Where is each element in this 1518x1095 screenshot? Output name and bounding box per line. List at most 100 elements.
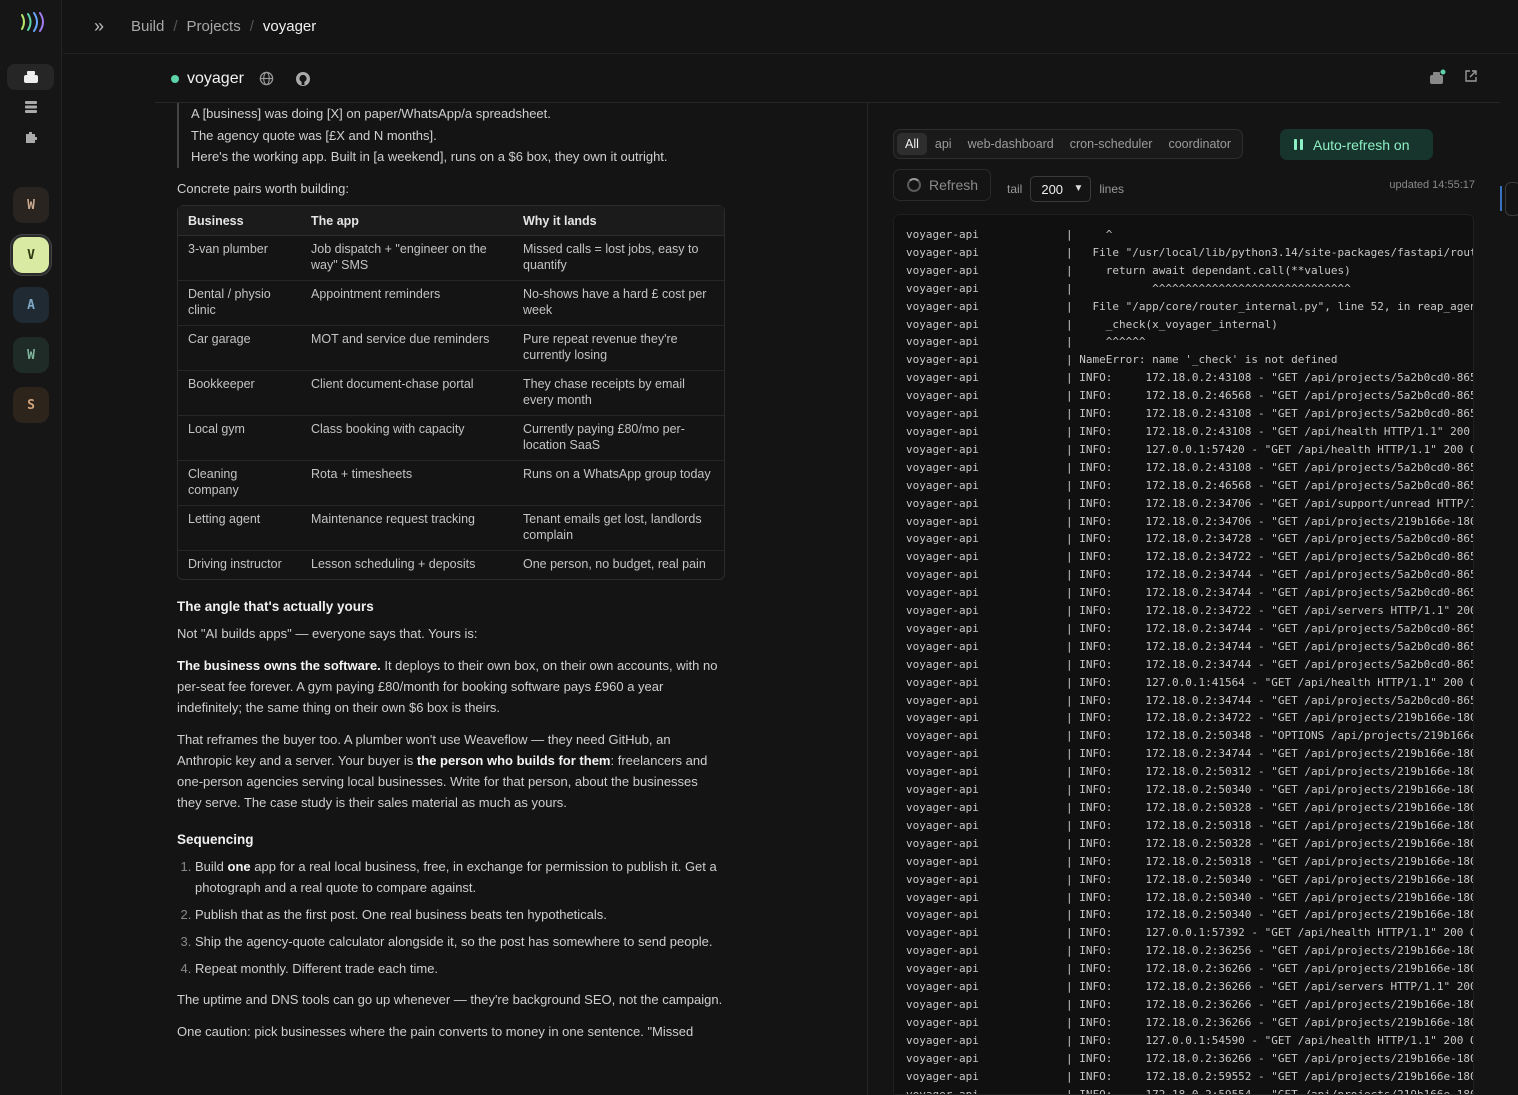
- angle-intro: Not "AI builds apps" — everyone says tha…: [177, 625, 478, 641]
- log-message: | INFO: 172.18.0.2:34728 - "GET /api/pro…: [1066, 532, 1474, 546]
- log-message: | INFO: 172.18.0.2:50328 - "GET /api/pro…: [1066, 836, 1474, 850]
- log-source: voyager-api: [906, 693, 979, 707]
- project-header: voyager: [155, 55, 1500, 103]
- log-source: voyager-api: [906, 299, 979, 313]
- nav-plugins-icon[interactable]: [7, 124, 54, 150]
- log-line: voyager-api | INFO: 172.18.0.2:34706 - "G…: [906, 513, 1473, 531]
- open-external-icon[interactable]: [1464, 69, 1478, 92]
- table-cell: Driving instructor: [188, 556, 282, 571]
- log-source: voyager-api: [906, 245, 979, 259]
- quote-line: Here's the working app. Built in [a week…: [191, 149, 668, 164]
- pairs-intro: Concrete pairs worth building:: [177, 180, 349, 196]
- notifications-icon[interactable]: [1428, 69, 1446, 92]
- project-avatar[interactable]: W: [13, 337, 49, 373]
- auto-refresh-label: Auto-refresh on: [1313, 136, 1410, 153]
- log-line: voyager-api | INFO: 172.18.0.2:50328 - "G…: [906, 835, 1474, 853]
- list-item: Repeat monthly. Different trade each tim…: [195, 958, 725, 979]
- quote-line: The agency quote was [£X and N months].: [191, 127, 437, 143]
- log-line: voyager-api | INFO: 172.18.0.2:34722 - "G…: [906, 602, 1473, 620]
- table-cell: Maintenance request tracking: [301, 506, 513, 551]
- log-message: | INFO: 172.18.0.2:36266 - "GET /api/pro…: [1066, 1015, 1474, 1029]
- log-source: voyager-api: [906, 442, 979, 456]
- log-line: voyager-api | return await dependant.call…: [906, 262, 1473, 280]
- log-message: | ^^^^^^^^^^^^^^^^^^^^^^^^^^^^^^: [1066, 281, 1351, 295]
- filter-tab-coordinator[interactable]: coordinator: [1160, 133, 1239, 155]
- blockquote: A [business] was doing [X] on paper/What…: [177, 103, 725, 168]
- project-avatar[interactable]: W: [13, 187, 49, 223]
- log-source: voyager-api: [906, 604, 979, 618]
- log-source: voyager-api: [906, 496, 979, 510]
- log-source: voyager-api: [906, 1069, 979, 1083]
- log-message: | INFO: 172.18.0.2:34706 - "GET /api/sup…: [1066, 496, 1474, 510]
- table-row: Dental / physio clinic Appointment remind…: [178, 281, 724, 326]
- filter-tab-All[interactable]: All: [897, 133, 927, 155]
- log-message: | INFO: 172.18.0.2:59554 - "GET /api/pro…: [1066, 1087, 1474, 1095]
- log-source: voyager-api: [906, 514, 979, 528]
- project-avatar[interactable]: A: [13, 287, 49, 323]
- table-row: 3-van plumber Job dispatch + "engineer on…: [178, 236, 724, 281]
- log-message: | INFO: 172.18.0.2:50312 - "GET /api/pro…: [1066, 765, 1474, 779]
- log-line: voyager-api | INFO: 172.18.0.2:50318 - "G…: [906, 853, 1474, 871]
- table-cell: Dental / physio clinic: [178, 281, 301, 326]
- log-line: voyager-api | ^^^^^^^^^^^^^^^^^^^^^^^^^^^…: [906, 280, 1473, 298]
- github-icon[interactable]: [294, 70, 312, 88]
- log-message: | File "/app/core/router_internal.py", l…: [1066, 299, 1474, 313]
- table-cell: Cleaning company: [178, 461, 301, 506]
- log-line: voyager-api | INFO: 172.18.0.2:36266 - "G…: [906, 960, 1474, 978]
- log-source: voyager-api: [906, 621, 979, 635]
- table-cell: Lesson scheduling + deposits: [311, 556, 476, 571]
- expand-sidebar-icon[interactable]: »: [94, 16, 116, 37]
- collapse-panel-handle[interactable]: [1505, 182, 1518, 216]
- log-source: voyager-api: [906, 407, 979, 421]
- nav-build-icon[interactable]: [7, 64, 54, 90]
- log-source: voyager-api: [906, 926, 979, 940]
- log-source: voyager-api: [906, 1033, 979, 1047]
- tail-value: 200: [1041, 181, 1064, 197]
- log-message: | INFO: 172.18.0.2:36266 - "GET /api/pro…: [1066, 962, 1474, 976]
- log-source: voyager-api: [906, 801, 979, 814]
- table-row: Car garage MOT and service due reminders P…: [178, 326, 724, 371]
- filter-tab-api[interactable]: api: [927, 133, 960, 155]
- left-rail: WVAWS: [0, 0, 62, 1095]
- globe-icon[interactable]: [258, 70, 276, 88]
- caution-paragraph: One caution: pick businesses where the p…: [177, 1023, 694, 1039]
- tail-select[interactable]: 200 ▼: [1030, 176, 1092, 202]
- log-message: | INFO: 172.18.0.2:50318 - "GET /api/pro…: [1066, 854, 1474, 868]
- project-avatar[interactable]: V: [13, 237, 49, 273]
- log-line: voyager-api | INFO: 127.0.0.1:57392 - "GE…: [906, 924, 1473, 942]
- nav-servers-icon[interactable]: [7, 94, 54, 120]
- auto-refresh-button[interactable]: Auto-refresh on: [1280, 129, 1433, 160]
- log-message: | INFO: 172.18.0.2:50340 - "GET /api/pro…: [1066, 908, 1474, 922]
- breadcrumb-build[interactable]: Build: [131, 18, 164, 35]
- reframe-paragraph: That reframes the buyer too. A plumber w…: [177, 729, 725, 813]
- log-line: voyager-api | INFO: 127.0.0.1:54590 - "GE…: [906, 1032, 1473, 1050]
- log-console[interactable]: voyager-api | ^ voyager-api | File "/usr/lo…: [893, 214, 1474, 1095]
- table-cell: No-shows have a hard £ cost per week: [513, 281, 724, 326]
- log-message: | _check(x_voyager_internal): [1066, 317, 1278, 331]
- log-line: voyager-api | INFO: 172.18.0.2:34744 - "G…: [906, 620, 1474, 638]
- table-cell: Job dispatch + "engineer on the way" SMS: [301, 236, 513, 281]
- filter-tab-cron-scheduler[interactable]: cron-scheduler: [1062, 133, 1161, 155]
- updated-timestamp: updated 14:55:17: [1389, 179, 1475, 191]
- log-line: voyager-api | INFO: 172.18.0.2:50348 - "O…: [906, 727, 1473, 745]
- project-name: voyager: [187, 69, 244, 87]
- breadcrumb-projects[interactable]: Projects: [187, 18, 241, 35]
- log-line: voyager-api | ^^^^^^: [906, 333, 1473, 351]
- app-logo-icon[interactable]: [19, 10, 45, 34]
- log-line: voyager-api | INFO: 172.18.0.2:36266 - "G…: [906, 1014, 1474, 1032]
- log-line: voyager-api | NameError: name '_check' is…: [906, 351, 1473, 369]
- log-line: voyager-api | INFO: 127.0.0.1:57420 - "GE…: [906, 441, 1473, 459]
- log-source: voyager-api: [906, 962, 979, 976]
- status-dot: [171, 74, 179, 83]
- log-source: voyager-api: [906, 747, 979, 761]
- log-message: | INFO: 172.18.0.2:34744 - "GET /api/pro…: [1066, 621, 1474, 635]
- filter-tab-web-dashboard[interactable]: web-dashboard: [960, 133, 1062, 155]
- log-source: voyager-api: [906, 424, 979, 438]
- log-source: voyager-api: [906, 657, 979, 671]
- log-line: voyager-api | INFO: 172.18.0.2:43108 - "G…: [906, 369, 1473, 387]
- log-message: | NameError: name '_check' is not define…: [1066, 353, 1338, 367]
- resize-indicator: [1500, 186, 1502, 211]
- log-source: voyager-api: [906, 371, 979, 385]
- refresh-button[interactable]: Refresh: [893, 169, 991, 201]
- project-avatar[interactable]: S: [13, 387, 49, 423]
